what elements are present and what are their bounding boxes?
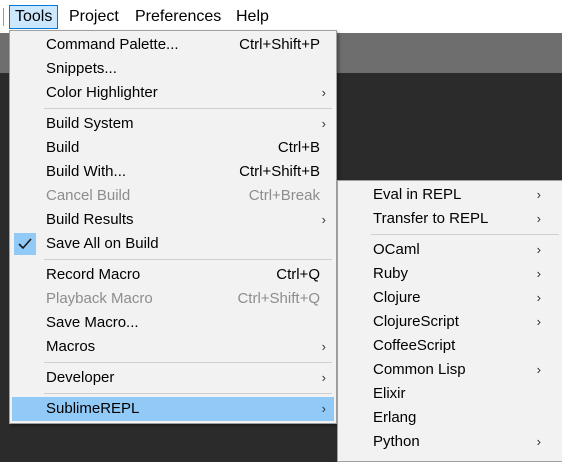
menu-item-label: Color Highlighter (46, 84, 158, 101)
checkmark-icon (14, 233, 36, 255)
menu-item-transfer-to-repl[interactable]: Transfer to REPL › (340, 207, 561, 231)
menu-tools[interactable]: Tools (9, 5, 59, 29)
menu-item-label: Record Macro (46, 266, 141, 283)
menu-item-eval-in-repl[interactable]: Eval in REPL › (340, 183, 561, 207)
tools-menu: Command Palette... Ctrl+Shift+P Snippets… (9, 30, 337, 424)
menu-separator (371, 234, 559, 235)
menu-item-snippets[interactable]: Snippets... (12, 57, 334, 81)
menu-item-save-all-on-build[interactable]: Save All on Build (12, 232, 334, 256)
chevron-right-icon: › (536, 187, 541, 202)
chevron-right-icon: › (321, 370, 326, 385)
menu-item-shortcut: Ctrl+Shift+B (239, 163, 320, 180)
menu-item-label: Command Palette... (46, 36, 179, 53)
menu-help[interactable]: Help (231, 6, 274, 28)
menu-item-label: Playback Macro (46, 290, 153, 307)
menu-item-label: SublimeREPL (46, 400, 140, 417)
menu-separator (44, 108, 332, 109)
menu-item-erlang[interactable]: Erlang (340, 406, 561, 430)
menu-bar: Tools Project Preferences Help (0, 0, 562, 33)
menu-separator (44, 362, 332, 363)
menu-item-shortcut: Ctrl+Shift+P (239, 36, 320, 53)
menu-item-label: Eval in REPL (373, 186, 462, 203)
menu-item-label: Elixir (373, 385, 406, 402)
menu-item-color-highlighter[interactable]: Color Highlighter › (12, 81, 334, 105)
menu-item-developer[interactable]: Developer › (12, 366, 334, 390)
menu-item-label: Clojure (373, 289, 421, 306)
menu-item-shortcut: Ctrl+Shift+Q (237, 290, 320, 307)
menu-item-sublimerepl[interactable]: SublimeREPL › (12, 397, 334, 421)
menu-item-build[interactable]: Build Ctrl+B (12, 136, 334, 160)
menu-item-python[interactable]: Python › (340, 430, 561, 454)
menu-item-label: Build With... (46, 163, 127, 180)
menu-item-build-with[interactable]: Build With... Ctrl+Shift+B (12, 160, 334, 184)
menu-item-label: OCaml (373, 241, 420, 258)
menu-preferences[interactable]: Preferences (130, 6, 226, 28)
chevron-right-icon: › (536, 242, 541, 257)
menu-item-build-system[interactable]: Build System › (12, 112, 334, 136)
menu-item-label: Build System (46, 115, 134, 132)
chevron-right-icon: › (536, 434, 541, 449)
menu-item-label: Save All on Build (46, 235, 159, 252)
menu-item-cancel-build: Cancel Build Ctrl+Break (12, 184, 334, 208)
menu-item-label: CoffeeScript (373, 337, 456, 354)
menu-item-label: Save Macro... (46, 314, 139, 331)
chevron-right-icon: › (321, 212, 326, 227)
menu-item-shortcut: Ctrl+B (277, 139, 320, 156)
menu-item-label: Cancel Build (46, 187, 131, 204)
menu-item-label: Developer (46, 369, 115, 386)
menu-item-clojurescript[interactable]: ClojureScript › (340, 310, 561, 334)
menu-item-label: Macros (46, 338, 96, 355)
menu-item-shortcut: Ctrl+Q (276, 266, 320, 283)
menu-separator (44, 393, 332, 394)
menu-item-label: Python (373, 433, 420, 450)
chevron-right-icon: › (536, 211, 541, 226)
menu-item-macros[interactable]: Macros › (12, 335, 334, 359)
menu-item-elixir[interactable]: Elixir (340, 382, 561, 406)
chevron-right-icon: › (536, 266, 541, 281)
menu-item-label: Transfer to REPL (373, 210, 489, 227)
menu-project[interactable]: Project (64, 6, 124, 28)
menu-item-label: Build (46, 139, 80, 156)
menu-item-clojure[interactable]: Clojure › (340, 286, 561, 310)
menu-item-playback-macro: Playback Macro Ctrl+Shift+Q (12, 287, 334, 311)
menu-separator (44, 259, 332, 260)
menu-item-shortcut: Ctrl+Break (248, 187, 320, 204)
chevron-right-icon: › (321, 116, 326, 131)
menu-item-label: ClojureScript (373, 313, 459, 330)
menu-item-save-macro[interactable]: Save Macro... (12, 311, 334, 335)
menu-item-common-lisp[interactable]: Common Lisp › (340, 358, 561, 382)
menu-item-label: Build Results (46, 211, 134, 228)
menu-bar-edge (0, 8, 4, 26)
chevron-right-icon: › (321, 401, 326, 416)
menu-item-label: Snippets... (46, 60, 117, 77)
chevron-right-icon: › (536, 362, 541, 377)
chevron-right-icon: › (536, 314, 541, 329)
menu-item-command-palette[interactable]: Command Palette... Ctrl+Shift+P (12, 33, 334, 57)
menu-item-label: Erlang (373, 409, 417, 426)
menu-item-label: Ruby (373, 265, 409, 282)
menu-item-coffeescript[interactable]: CoffeeScript (340, 334, 561, 358)
sublimerepl-submenu: Eval in REPL › Transfer to REPL › OCaml … (337, 180, 562, 462)
menu-item-build-results[interactable]: Build Results › (12, 208, 334, 232)
chevron-right-icon: › (321, 339, 326, 354)
menu-item-ruby[interactable]: Ruby › (340, 262, 561, 286)
menu-item-label: Common Lisp (373, 361, 466, 378)
menu-item-record-macro[interactable]: Record Macro Ctrl+Q (12, 263, 334, 287)
menu-item-ocaml[interactable]: OCaml › (340, 238, 561, 262)
chevron-right-icon: › (536, 290, 541, 305)
chevron-right-icon: › (321, 85, 326, 100)
